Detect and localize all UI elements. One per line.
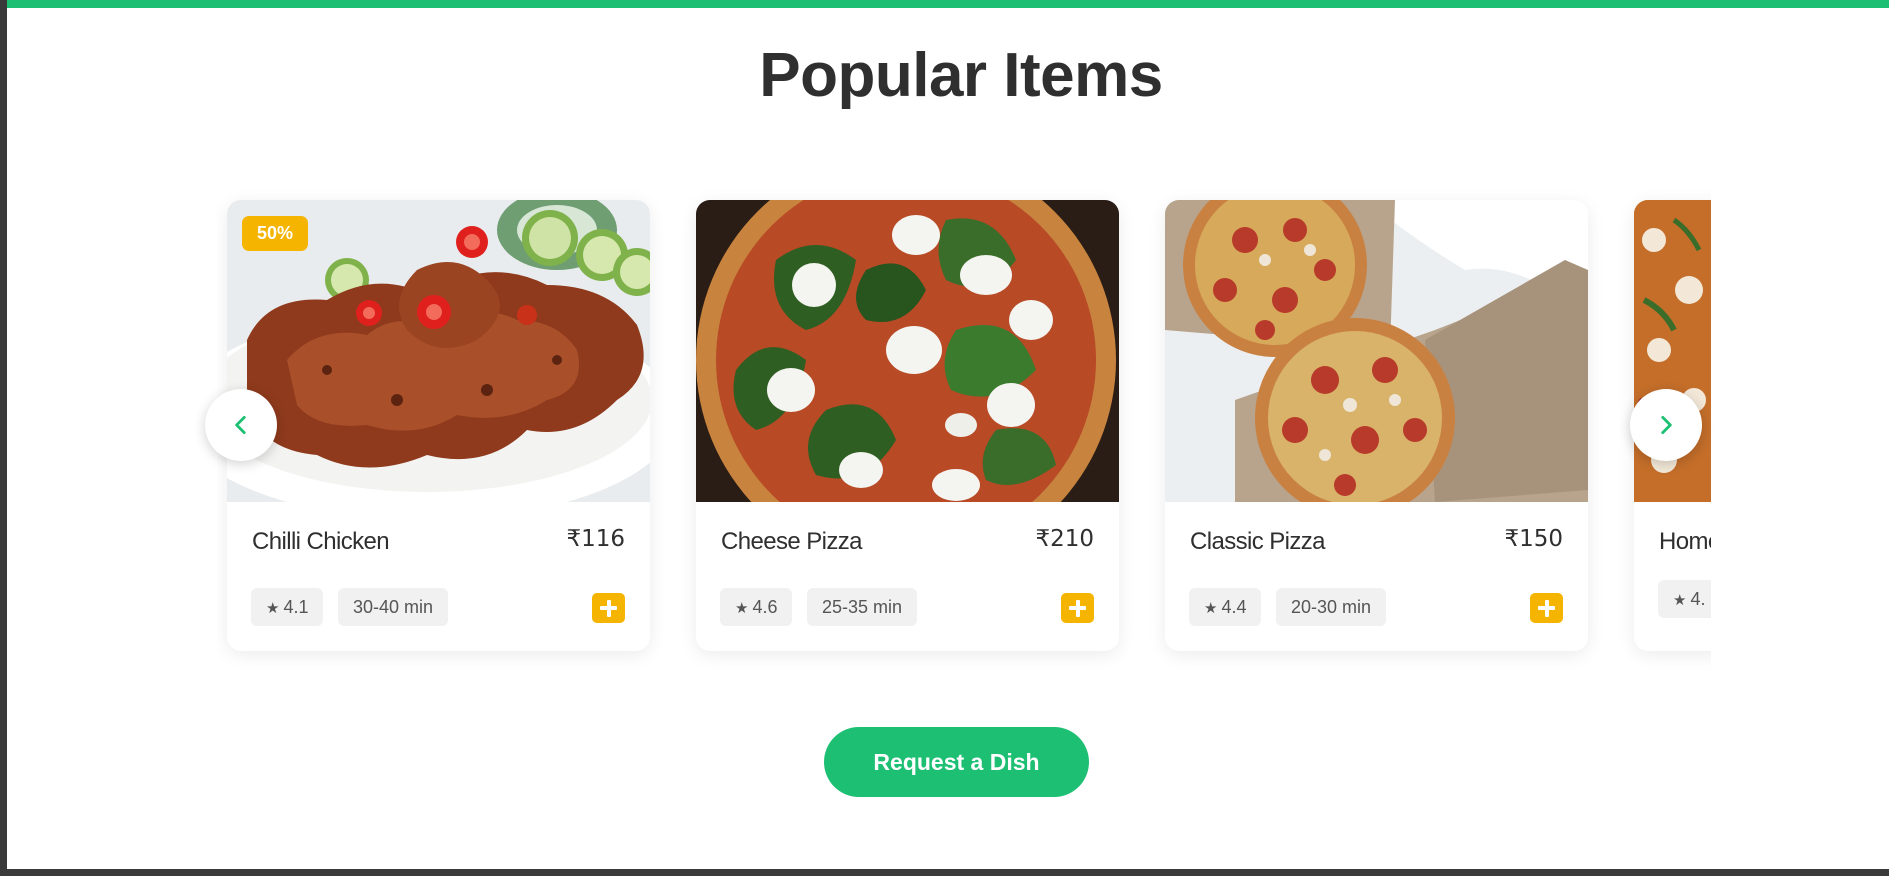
- food-image-cheese-pizza: [696, 200, 1119, 502]
- star-icon: ★: [1673, 591, 1687, 609]
- request-dish-button[interactable]: Request a Dish: [824, 727, 1089, 797]
- food-card[interactable]: 50% Chilli Chicken ₹116 ★ 4.1 30-40 min: [227, 200, 650, 651]
- popular-items-carousel: 50% Chilli Chicken ₹116 ★4.1 30-40 min: [217, 190, 1711, 670]
- top-accent-bar: [7, 0, 1889, 8]
- rating-tag: ★ 4.4: [1189, 588, 1262, 626]
- item-price: ₹150: [1504, 526, 1563, 552]
- rating-tag: ★ 4.: [1658, 580, 1711, 618]
- rating-tag: ★ 4.6: [720, 588, 793, 626]
- add-to-cart-button[interactable]: [592, 593, 625, 623]
- food-card[interactable]: Classic Pizza ₹150 ★ 4.4 20-30 min: [1165, 200, 1588, 651]
- chevron-left-icon: [235, 416, 246, 434]
- star-icon: ★: [266, 599, 280, 617]
- add-to-cart-button[interactable]: [1061, 593, 1094, 623]
- item-price: ₹210: [1035, 526, 1094, 552]
- discount-badge: 50%: [242, 216, 309, 251]
- rating-value: 4.1: [283, 597, 309, 617]
- carousel-prev-button[interactable]: [205, 389, 277, 461]
- rating-value: 4.6: [752, 597, 778, 617]
- rating-value: 4.4: [1221, 597, 1247, 617]
- time-tag: 25-35 min: [807, 588, 918, 626]
- item-price: ₹116: [566, 526, 625, 552]
- item-name: Cheese Pizza: [721, 528, 862, 555]
- time-tag: 20-30 min: [1276, 588, 1387, 626]
- food-image-chilli-chicken: 50%: [227, 200, 650, 502]
- time-tag: 30-40 min: [338, 588, 449, 626]
- rating-tag: ★ 4.1: [251, 588, 324, 626]
- item-name: Chilli Chicken: [252, 528, 390, 555]
- food-image-classic-pizza: [1165, 200, 1588, 502]
- item-name: Classic Pizza: [1190, 528, 1326, 555]
- section-title: Popular Items: [759, 41, 1163, 110]
- star-icon: ★: [1204, 599, 1218, 617]
- rating-value: 4.: [1690, 589, 1706, 609]
- star-icon: ★: [735, 599, 749, 617]
- food-card[interactable]: Cheese Pizza ₹210 ★ 4.6 25-35 min: [696, 200, 1119, 651]
- item-name: Home: [1659, 528, 1711, 555]
- carousel-next-button[interactable]: [1630, 389, 1702, 461]
- add-to-cart-button[interactable]: [1530, 593, 1563, 623]
- chevron-right-icon: [1661, 416, 1672, 434]
